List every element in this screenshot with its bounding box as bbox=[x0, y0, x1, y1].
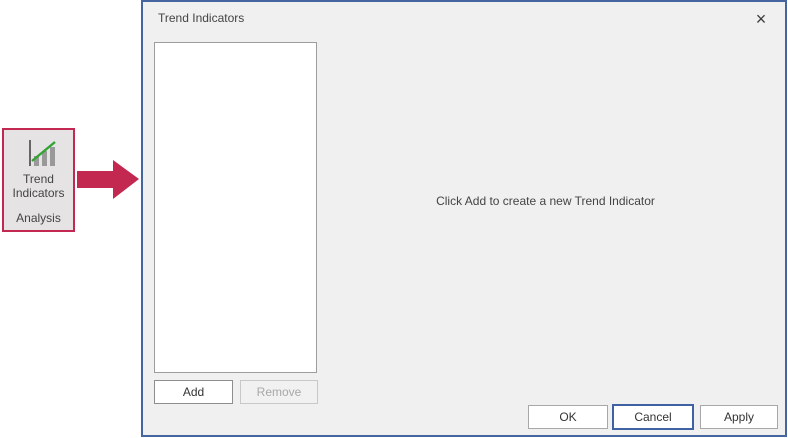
ok-button[interactable]: OK bbox=[528, 405, 608, 429]
trend-bar-chart-icon bbox=[28, 140, 56, 166]
ribbon-button-trend-indicators[interactable]: Trend Indicators Analysis bbox=[2, 128, 75, 232]
dialog-title: Trend Indicators bbox=[158, 11, 245, 25]
close-icon: × bbox=[755, 9, 767, 29]
arrow-right-icon bbox=[77, 160, 139, 199]
ribbon-group-label: Analysis bbox=[16, 211, 61, 225]
empty-state-message: Click Add to create a new Trend Indicato… bbox=[436, 194, 655, 208]
remove-button[interactable]: Remove bbox=[240, 380, 318, 404]
add-button[interactable]: Add bbox=[154, 380, 233, 404]
indicator-list[interactable] bbox=[154, 42, 317, 373]
ribbon-button-label-line1: Trend bbox=[23, 172, 54, 186]
ribbon-button-label-line2: Indicators bbox=[12, 186, 65, 200]
cancel-button[interactable]: Cancel bbox=[612, 404, 694, 430]
ribbon-button-label: Trend Indicators bbox=[12, 172, 64, 200]
close-button[interactable]: × bbox=[743, 5, 779, 33]
screenshot-root: Trend Indicators Analysis Trend Indicato… bbox=[0, 0, 788, 438]
trend-indicators-dialog: Trend Indicators × Add Remove Click Add … bbox=[141, 0, 787, 437]
apply-button[interactable]: Apply bbox=[700, 405, 778, 429]
